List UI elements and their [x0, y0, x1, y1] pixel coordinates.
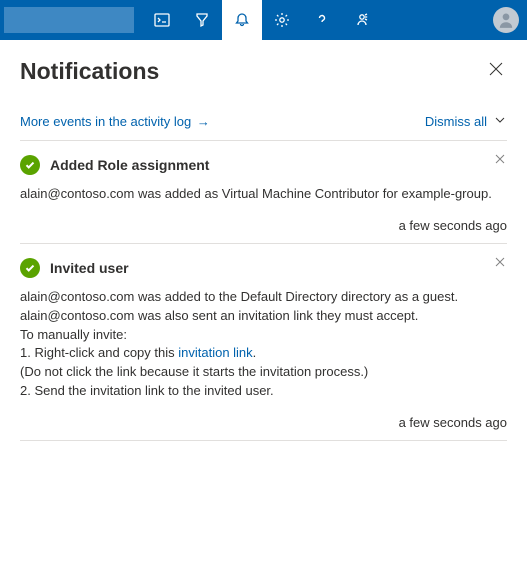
directory-filter-icon[interactable] [182, 0, 222, 40]
notification-title: Invited user [50, 260, 129, 276]
success-icon [20, 155, 40, 175]
bell-icon[interactable] [222, 0, 262, 40]
avatar[interactable] [493, 7, 519, 33]
notification-line: (Do not click the link because it starts… [20, 364, 368, 379]
search-input[interactable] [4, 7, 134, 33]
notifications-panel: Notifications More events in the activit… [0, 40, 527, 441]
notification-item: Invited user alain@contoso.com was added… [20, 244, 507, 441]
more-events-link[interactable]: More events in the activity log → [20, 114, 210, 129]
arrow-right-icon: → [197, 114, 210, 129]
notification-line: 2. Send the invitation link to the invit… [20, 383, 274, 398]
notification-line: alain@contoso.com was added to the Defau… [20, 289, 458, 304]
gear-icon[interactable] [262, 0, 302, 40]
help-icon[interactable] [302, 0, 342, 40]
actions-row: More events in the activity log → Dismis… [20, 93, 507, 141]
success-icon [20, 258, 40, 278]
notification-line: . [253, 345, 257, 360]
notification-time: a few seconds ago [20, 415, 507, 430]
close-icon[interactable] [485, 58, 507, 85]
topbar-icons [142, 0, 382, 40]
notification-body: alain@contoso.com was added as Virtual M… [20, 185, 507, 204]
notification-title: Added Role assignment [50, 157, 209, 173]
notification-line: alain@contoso.com was also sent an invit… [20, 308, 418, 323]
dismiss-notification-icon[interactable] [493, 252, 507, 274]
topbar [0, 0, 527, 40]
chevron-down-icon[interactable] [493, 113, 507, 130]
dismiss-all-link[interactable]: Dismiss all [425, 114, 487, 129]
notification-body: alain@contoso.com was added to the Defau… [20, 288, 507, 401]
panel-header: Notifications [20, 40, 507, 93]
more-events-label: More events in the activity log [20, 114, 191, 129]
page-title: Notifications [20, 58, 159, 85]
notification-line: 1. Right-click and copy this [20, 345, 178, 360]
notification-time: a few seconds ago [20, 218, 507, 233]
notification-item: Added Role assignment alain@contoso.com … [20, 141, 507, 244]
invitation-link[interactable]: invitation link [178, 345, 252, 360]
notification-line: To manually invite: [20, 327, 127, 342]
dismiss-notification-icon[interactable] [493, 149, 507, 171]
feedback-icon[interactable] [342, 0, 382, 40]
cloud-shell-icon[interactable] [142, 0, 182, 40]
